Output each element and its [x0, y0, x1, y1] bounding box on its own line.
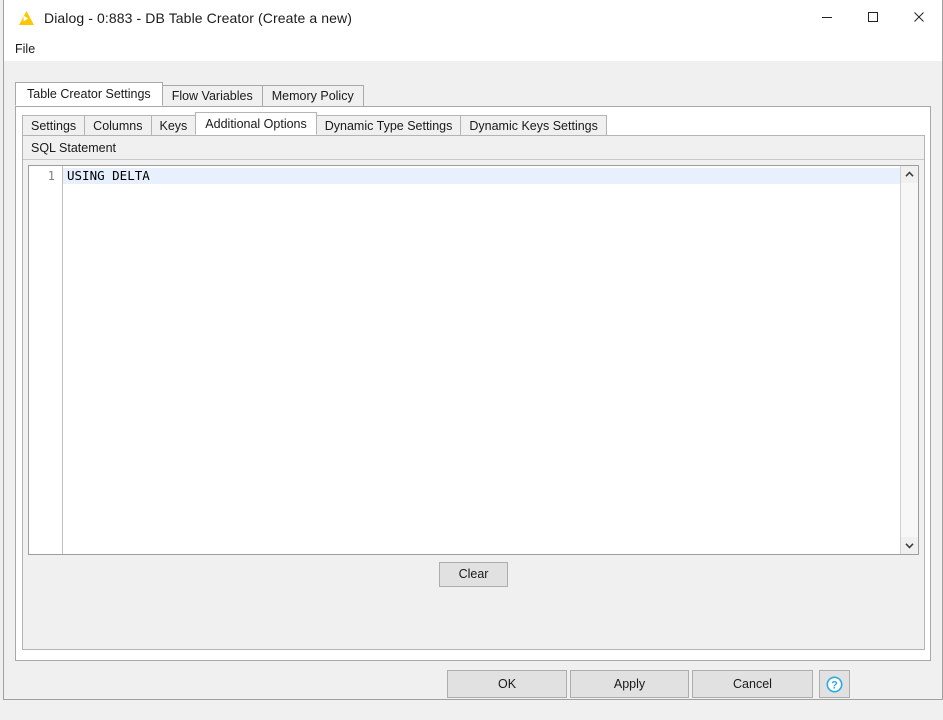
scrollbar-track[interactable]	[901, 183, 918, 537]
dialog-content: Table Creator Settings Flow Variables Me…	[4, 61, 942, 698]
svg-text:?: ?	[831, 679, 838, 691]
maximize-button[interactable]	[850, 0, 896, 34]
ok-button[interactable]: OK	[447, 670, 567, 698]
minimize-button[interactable]	[804, 0, 850, 34]
editor-code-area[interactable]: USING DELTA	[63, 166, 900, 554]
window-controls	[804, 0, 942, 34]
sql-statement-editor[interactable]: 1 USING DELTA	[28, 165, 919, 555]
minimize-icon	[822, 17, 832, 18]
editor-line-gutter: 1	[29, 166, 63, 554]
tab-keys[interactable]: Keys	[150, 115, 197, 135]
additional-options-panel: SQL Statement 1 USING DELTA Clear	[22, 135, 925, 650]
menu-item-file[interactable]: File	[4, 40, 43, 59]
tab-flow-variables[interactable]: Flow Variables	[161, 85, 263, 106]
clear-button-row: Clear	[23, 562, 924, 587]
tab-columns[interactable]: Columns	[84, 115, 152, 135]
chevron-down-icon	[905, 543, 914, 549]
cancel-button[interactable]: Cancel	[692, 670, 813, 698]
tab-table-creator-settings[interactable]: Table Creator Settings	[15, 82, 163, 106]
scroll-down-button[interactable]	[901, 537, 918, 554]
maximize-icon	[868, 12, 878, 22]
knime-node-triangle-icon	[19, 11, 34, 25]
close-button[interactable]	[896, 0, 942, 34]
tab-additional-options[interactable]: Additional Options	[195, 112, 317, 135]
title-bar: Dialog - 0:883 - DB Table Creator (Creat…	[4, 0, 942, 37]
tab-dynamic-keys-settings[interactable]: Dynamic Keys Settings	[460, 115, 607, 135]
menu-bar: File	[4, 37, 942, 62]
tab-dynamic-type-settings[interactable]: Dynamic Type Settings	[315, 115, 462, 135]
editor-vertical-scrollbar[interactable]	[900, 166, 918, 554]
dialog-window: Dialog - 0:883 - DB Table Creator (Creat…	[3, 0, 943, 700]
scroll-up-button[interactable]	[901, 166, 918, 183]
tab-memory-policy[interactable]: Memory Policy	[261, 85, 364, 106]
sql-statement-header: SQL Statement	[23, 136, 924, 160]
clear-button[interactable]: Clear	[439, 562, 508, 587]
close-icon	[914, 12, 924, 22]
apply-button[interactable]: Apply	[570, 670, 689, 698]
table-creator-settings-panel: Settings Columns Keys Additional Options…	[15, 106, 931, 661]
outer-tab-strip: Table Creator Settings Flow Variables Me…	[15, 82, 364, 106]
tab-settings[interactable]: Settings	[22, 115, 86, 135]
chevron-up-icon	[905, 171, 914, 177]
inner-tab-strip: Settings Columns Keys Additional Options…	[22, 112, 607, 135]
help-circle-icon: ?	[826, 676, 843, 692]
help-button[interactable]: ?	[819, 670, 850, 698]
window-title: Dialog - 0:883 - DB Table Creator (Creat…	[44, 10, 353, 26]
dialog-footer: OK Apply Cancel ?	[4, 670, 942, 720]
code-line: USING DELTA	[63, 168, 900, 184]
line-number: 1	[47, 169, 55, 183]
